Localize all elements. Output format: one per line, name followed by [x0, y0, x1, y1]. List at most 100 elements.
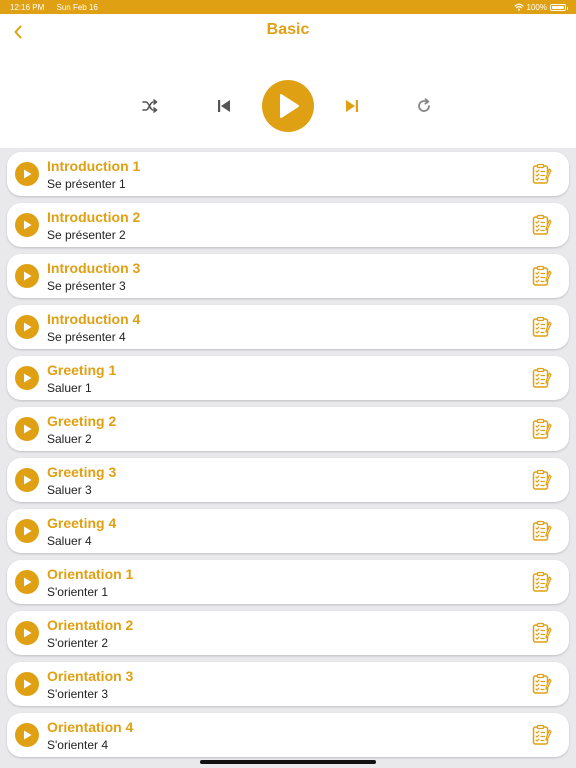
play-icon: [24, 322, 32, 332]
lesson-title: Greeting 4: [47, 515, 117, 531]
lesson-notes-button[interactable]: [531, 622, 553, 644]
clipboard-checklist-icon: [532, 265, 552, 286]
lesson-subtitle: Se présenter 4: [47, 330, 126, 344]
lesson-title: Introduction 3: [47, 260, 141, 276]
clipboard-checklist-icon: [532, 214, 552, 235]
lesson-title: Greeting 2: [47, 413, 117, 429]
lesson-play-button[interactable]: [15, 672, 39, 696]
clipboard-checklist-icon: [532, 673, 552, 694]
lesson-row[interactable]: Introduction 4 Se présenter 4: [7, 305, 569, 349]
shuffle-button[interactable]: [140, 96, 160, 116]
lesson-title: Orientation 1: [47, 566, 134, 582]
lesson-title: Orientation 2: [47, 617, 134, 633]
lesson-notes-button[interactable]: [531, 316, 553, 338]
clipboard-checklist-icon: [532, 316, 552, 337]
lesson-row[interactable]: Orientation 2 S'orienter 2: [7, 611, 569, 655]
lesson-notes-button[interactable]: [531, 214, 553, 236]
play-icon: [24, 424, 32, 434]
lesson-subtitle: Saluer 4: [47, 534, 92, 548]
lesson-list: Introduction 1 Se présenter 1 Introduction…: [0, 148, 576, 768]
shuffle-icon: [142, 99, 158, 113]
play-icon: [280, 94, 299, 118]
lesson-title: Orientation 3: [47, 668, 134, 684]
lesson-row[interactable]: Greeting 1 Saluer 1: [7, 356, 569, 400]
lesson-row[interactable]: Greeting 3 Saluer 3: [7, 458, 569, 502]
wifi-icon: [513, 3, 524, 11]
next-button[interactable]: [340, 96, 364, 116]
lesson-row[interactable]: Orientation 1 S'orienter 1: [7, 560, 569, 604]
lesson-play-button[interactable]: [15, 264, 39, 288]
clipboard-checklist-icon: [532, 367, 552, 388]
lesson-notes-button[interactable]: [531, 163, 553, 185]
lesson-play-button[interactable]: [15, 570, 39, 594]
lesson-notes-button[interactable]: [531, 571, 553, 593]
lesson-notes-button[interactable]: [531, 724, 553, 746]
battery-percent: 100%: [526, 2, 547, 12]
play-icon: [24, 577, 32, 587]
play-icon: [24, 526, 32, 536]
lesson-row[interactable]: Greeting 4 Saluer 4: [7, 509, 569, 553]
repeat-button[interactable]: [414, 96, 434, 116]
lesson-notes-button[interactable]: [531, 520, 553, 542]
play-icon: [24, 679, 32, 689]
player-controls: [0, 14, 576, 148]
home-indicator[interactable]: [200, 760, 376, 764]
previous-icon: [218, 100, 230, 112]
next-icon: [346, 100, 358, 112]
clipboard-checklist-icon: [532, 571, 552, 592]
battery-icon: [550, 3, 568, 11]
play-icon: [24, 373, 32, 383]
lesson-notes-button[interactable]: [531, 673, 553, 695]
lesson-play-button[interactable]: [15, 366, 39, 390]
lesson-row[interactable]: Introduction 1 Se présenter 1: [7, 152, 569, 196]
lesson-notes-button[interactable]: [531, 265, 553, 287]
lesson-title: Introduction 2: [47, 209, 141, 225]
play-icon: [24, 271, 32, 281]
clipboard-checklist-icon: [532, 469, 552, 490]
status-right: 100%: [513, 2, 568, 12]
lesson-play-button[interactable]: [15, 723, 39, 747]
play-icon: [24, 220, 32, 230]
lesson-subtitle: Se présenter 1: [47, 177, 126, 191]
lesson-play-button[interactable]: [15, 468, 39, 492]
status-time: 12:16 PM: [10, 2, 45, 12]
lesson-title: Introduction 1: [47, 158, 141, 174]
lesson-play-button[interactable]: [15, 417, 39, 441]
clipboard-checklist-icon: [532, 622, 552, 643]
lesson-row[interactable]: Orientation 4 S'orienter 4: [7, 713, 569, 757]
lesson-row[interactable]: Introduction 3 Se présenter 3: [7, 254, 569, 298]
lesson-title: Introduction 4: [47, 311, 141, 327]
lesson-row[interactable]: Orientation 3 S'orienter 3: [7, 662, 569, 706]
lesson-subtitle: S'orienter 4: [47, 738, 108, 752]
play-icon: [24, 628, 32, 638]
lesson-notes-button[interactable]: [531, 418, 553, 440]
lesson-subtitle: Saluer 3: [47, 483, 92, 497]
lesson-row[interactable]: Greeting 2 Saluer 2: [7, 407, 569, 451]
clipboard-checklist-icon: [532, 724, 552, 745]
clipboard-checklist-icon: [532, 520, 552, 541]
lesson-subtitle: S'orienter 3: [47, 687, 108, 701]
play-button[interactable]: [262, 80, 314, 132]
lesson-subtitle: S'orienter 1: [47, 585, 108, 599]
lesson-subtitle: S'orienter 2: [47, 636, 108, 650]
clipboard-checklist-icon: [532, 163, 552, 184]
status-left: 12:16 PM Sun Feb 16: [10, 3, 108, 12]
lesson-play-button[interactable]: [15, 621, 39, 645]
clipboard-checklist-icon: [532, 418, 552, 439]
lesson-play-button[interactable]: [15, 213, 39, 237]
status-bar: 12:16 PM Sun Feb 16 100%: [0, 0, 576, 14]
lesson-play-button[interactable]: [15, 315, 39, 339]
play-icon: [24, 475, 32, 485]
lesson-title: Greeting 3: [47, 464, 117, 480]
lesson-play-button[interactable]: [15, 519, 39, 543]
lesson-title: Greeting 1: [47, 362, 117, 378]
previous-button[interactable]: [212, 96, 236, 116]
lesson-subtitle: Se présenter 2: [47, 228, 126, 242]
lesson-notes-button[interactable]: [531, 469, 553, 491]
lesson-play-button[interactable]: [15, 162, 39, 186]
play-icon: [24, 730, 32, 740]
lesson-title: Orientation 4: [47, 719, 134, 735]
lesson-row[interactable]: Introduction 2 Se présenter 2: [7, 203, 569, 247]
lesson-notes-button[interactable]: [531, 367, 553, 389]
play-icon: [24, 169, 32, 179]
